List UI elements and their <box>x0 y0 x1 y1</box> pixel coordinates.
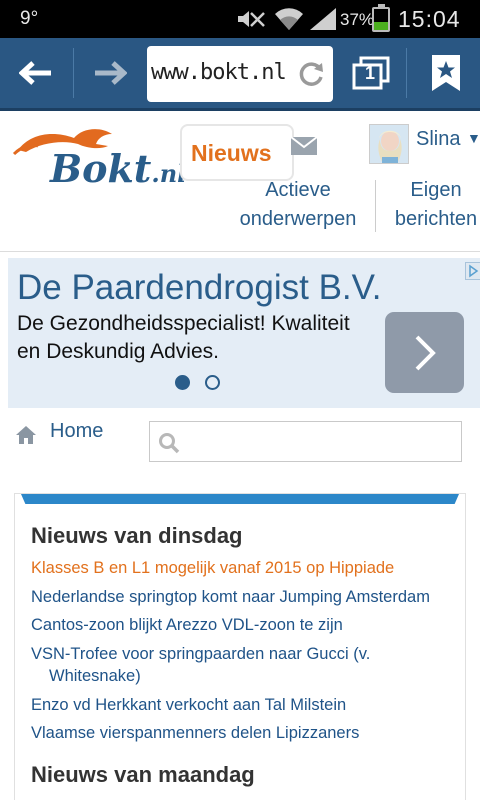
browser-toolbar: www.bokt.nl 1 <box>0 38 480 111</box>
mute-icon <box>238 11 265 27</box>
bookmark-star-icon <box>432 55 460 91</box>
bokt-logo[interactable]: Bokt.nl <box>12 124 186 194</box>
section-title: Nieuws van dinsdag <box>31 523 243 548</box>
news-item[interactable]: VSN-Trofee voor springpaarden naar Gucci… <box>31 643 451 687</box>
temperature-text: 9° <box>20 8 39 29</box>
news-item-line: Whitesnake) <box>49 667 141 685</box>
arrow-right-icon <box>95 61 127 85</box>
toolbar-divider <box>406 48 407 98</box>
ad-description: De Gezondheidsspecialist! Kwaliteit en D… <box>17 312 350 363</box>
ad-choices-icon[interactable] <box>465 262 480 280</box>
avatar[interactable] <box>369 124 409 164</box>
own-posts-link[interactable]: Eigen berichten <box>384 176 480 234</box>
logo-text: Bokt <box>50 146 152 191</box>
avatar-image <box>370 125 408 163</box>
section-title: Nieuws van maandag <box>31 762 255 787</box>
chevron-right-icon <box>415 335 436 370</box>
news-card: Nieuws van dinsdag Klasses B en L1 mogel… <box>14 493 466 800</box>
active-topics-link[interactable]: Actieve onderwerpen <box>230 176 366 234</box>
news-item[interactable]: Nederlandse springtop komt naar Jumping … <box>31 586 451 608</box>
address-bar[interactable]: www.bokt.nl <box>147 46 333 102</box>
card-header-bar <box>21 494 459 504</box>
search-input[interactable] <box>186 428 454 456</box>
ad-page-dot-active[interactable] <box>175 375 190 390</box>
url-text: www.bokt.nl <box>151 60 287 85</box>
mail-icon[interactable] <box>290 136 318 156</box>
ad-banner[interactable]: De Paardendrogist B.V. De Gezondheidsspe… <box>8 258 480 408</box>
status-bar: 9° 37% 15:04 <box>0 0 480 38</box>
chevron-down-icon[interactable]: ▼ <box>467 130 480 146</box>
news-item[interactable]: Cantos-zoon blijkt Arezzo VDL-zoon te zi… <box>31 614 451 636</box>
ad-page-dot[interactable] <box>205 375 220 390</box>
home-link[interactable]: Home <box>50 420 103 443</box>
ad-title[interactable]: De Paardendrogist B.V. <box>17 268 382 308</box>
site-header: Bokt.nl Nieuws Slina ▼ Actieve onderwerp… <box>0 114 480 252</box>
clock-text: 15:04 <box>398 6 461 32</box>
news-item[interactable]: Vlaamse vierspanmenners delen Lipizzaner… <box>31 722 451 744</box>
forward-button[interactable] <box>74 38 146 108</box>
news-label: Nieuws <box>191 140 272 166</box>
news-item[interactable]: Klasses B en L1 mogelijk vanaf 2015 op H… <box>31 557 451 579</box>
bookmark-button[interactable] <box>412 38 480 108</box>
refresh-icon[interactable] <box>297 60 325 88</box>
search-box[interactable] <box>149 421 462 462</box>
search-icon <box>159 433 180 454</box>
arrow-left-icon <box>19 61 51 85</box>
signal-icon <box>310 8 336 30</box>
battery-icon <box>372 4 390 32</box>
ad-next-button[interactable] <box>385 312 464 393</box>
user-name[interactable]: Slina <box>416 128 460 151</box>
battery-percent-text: 37% <box>340 10 375 29</box>
home-icon[interactable] <box>15 425 37 445</box>
news-button[interactable]: Nieuws <box>180 124 294 181</box>
header-divider <box>375 180 376 232</box>
news-item-line: VSN-Trofee voor springpaarden naar Gucci… <box>31 645 371 663</box>
tab-count: 1 <box>365 63 376 83</box>
back-button[interactable] <box>0 38 72 108</box>
news-item[interactable]: Enzo vd Herkkant verkocht aan Tal Milste… <box>31 694 451 716</box>
tabs-button[interactable]: 1 <box>340 38 402 108</box>
play-triangle-icon <box>469 264 479 278</box>
wifi-icon <box>275 8 303 30</box>
